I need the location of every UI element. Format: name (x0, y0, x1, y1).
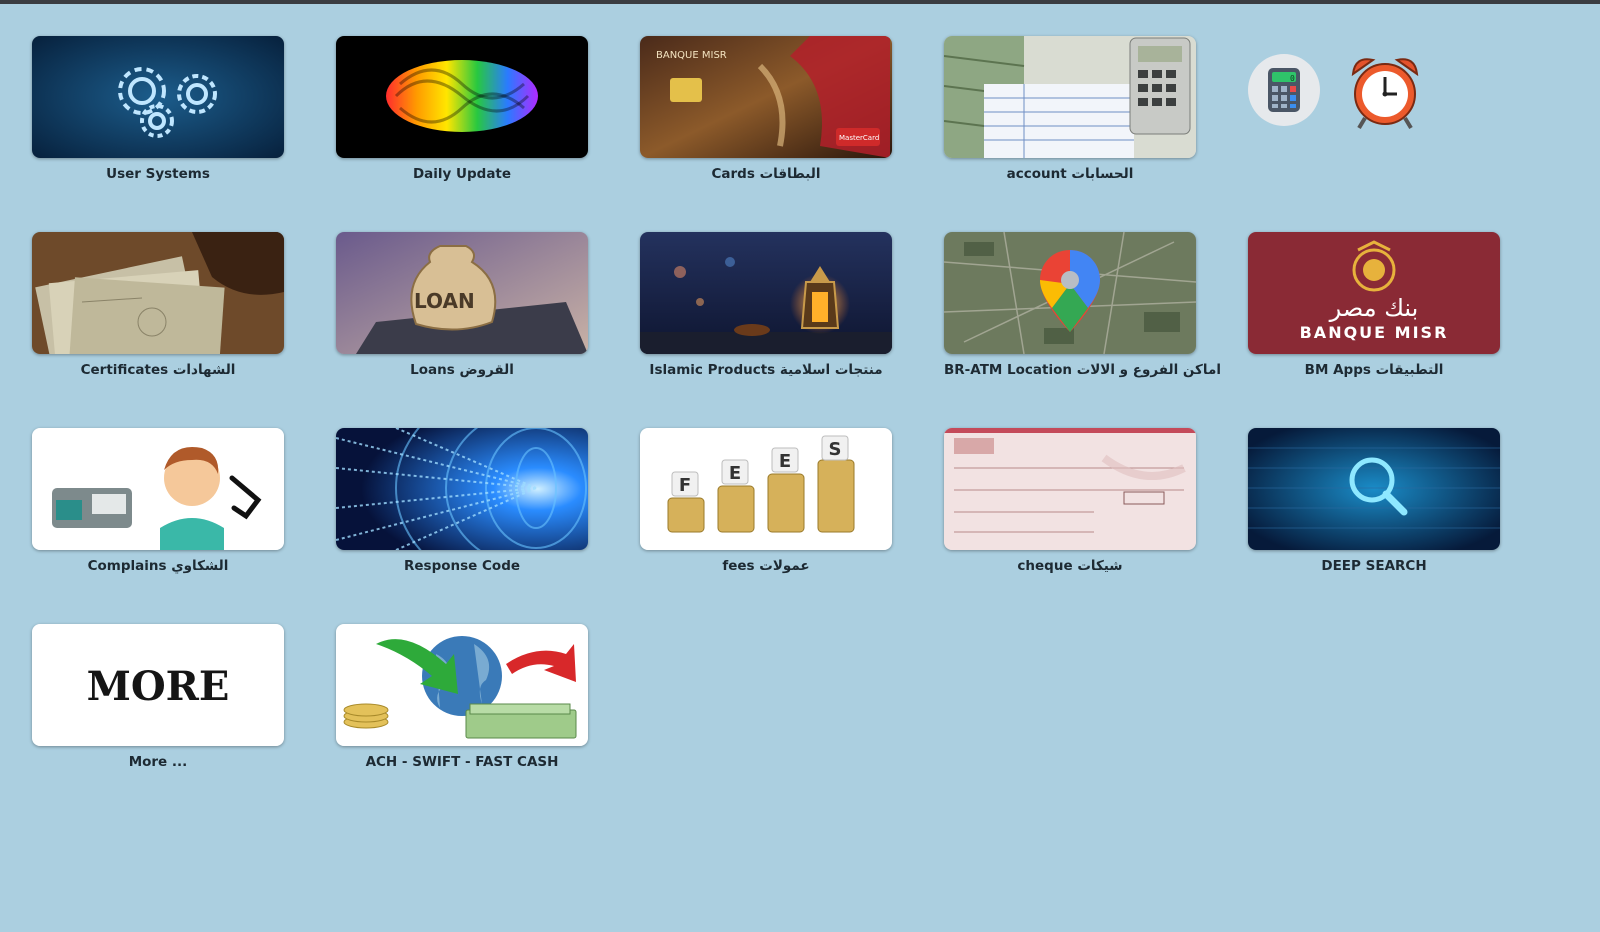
svg-text:BANQUE MISR: BANQUE MISR (656, 50, 727, 61)
deep-search-thumbnail (1248, 428, 1500, 550)
tile-label: Islamic Products منتجات اسلامية (649, 362, 883, 378)
bm-apps-thumbnail: بنك مصر BANQUE MISR (1248, 232, 1500, 354)
daily-update-thumbnail (336, 36, 588, 158)
lantern-icon (640, 232, 892, 354)
tile-islamic-products[interactable]: Islamic Products منتجات اسلامية (640, 232, 892, 378)
svg-text:BANQUE MISR: BANQUE MISR (1300, 323, 1449, 342)
tile-label: Daily Update (412, 166, 512, 182)
map-pin-icon (944, 232, 1196, 354)
more-thumbnail: MORE (32, 624, 284, 746)
tile-label: ACH - SWIFT - FAST CASH (365, 754, 559, 770)
svg-text:E: E (779, 451, 791, 472)
banknotes-icon (32, 232, 284, 354)
tile-label: DEEP SEARCH (1321, 558, 1427, 574)
tile-label: User Systems (106, 166, 210, 182)
cheque-thumbnail (944, 428, 1196, 550)
tile-bm-apps[interactable]: بنك مصر BANQUE MISR BM Apps التطبيقات (1248, 232, 1500, 378)
tile-deep-search[interactable]: DEEP SEARCH (1248, 428, 1500, 574)
alarm-clock-icon (1351, 58, 1419, 130)
gears-icon (32, 36, 284, 158)
ledger-money-icon (944, 36, 1196, 158)
tile-label: Certificates الشهادات (80, 362, 236, 378)
tile-cards[interactable]: BANQUE MISR MasterCard Cards البطاقات (640, 36, 892, 182)
calculator-icon: 0 (1248, 54, 1320, 126)
certificates-thumbnail (32, 232, 284, 354)
svg-text:0: 0 (1290, 74, 1295, 83)
tile-cheque[interactable]: cheque شيكات (944, 428, 1196, 574)
tile-daily-update[interactable]: Daily Update (336, 36, 588, 182)
window-top-bar (0, 0, 1600, 4)
cheque-icon (944, 428, 1196, 550)
loans-thumbnail: LOAN (336, 232, 588, 354)
svg-text:LOAN: LOAN (414, 289, 475, 313)
tile-response-code[interactable]: Response Code (336, 428, 588, 574)
complains-thumbnail (32, 428, 284, 550)
tile-certificates[interactable]: Certificates الشهادات (32, 232, 284, 378)
alarm-clock-button[interactable] (1347, 52, 1423, 130)
tile-label: Response Code (403, 558, 521, 574)
svg-text:MORE: MORE (87, 663, 230, 710)
islamic-products-thumbnail (640, 232, 892, 354)
tile-account[interactable]: account الحسابات (944, 36, 1196, 182)
svg-text:بنك مصر: بنك مصر (1329, 294, 1419, 322)
tile-label: More ... (128, 754, 188, 770)
banque-misr-logo-icon: بنك مصر BANQUE MISR (1248, 232, 1500, 354)
tile-user-systems[interactable]: User Systems (32, 36, 284, 182)
calculator-button[interactable]: 0 (1248, 54, 1320, 126)
account-thumbnail (944, 36, 1196, 158)
tile-label: account الحسابات (1006, 166, 1134, 182)
binary-tunnel-icon (336, 428, 588, 550)
loan-bag-icon: LOAN (336, 232, 588, 354)
user-systems-thumbnail (32, 36, 284, 158)
tile-label: Complains الشكاوي (87, 558, 229, 574)
search-icon (1248, 428, 1500, 550)
fees-thumbnail: F E E S (640, 428, 892, 550)
cards-thumbnail: BANQUE MISR MasterCard (640, 36, 892, 158)
svg-text:S: S (829, 439, 842, 460)
tile-label: cheque شيكات (1017, 558, 1123, 574)
tile-fees[interactable]: F E E S fees عمولات (640, 428, 892, 574)
tile-complains[interactable]: Complains الشكاوي (32, 428, 284, 574)
tile-loans[interactable]: LOAN Loans القروض (336, 232, 588, 378)
svg-text:MasterCard: MasterCard (839, 134, 879, 142)
ach-swift-fast-cash-thumbnail (336, 624, 588, 746)
tile-br-atm-location[interactable]: BR-ATM Location اماكن الفروع و الالات (944, 232, 1221, 378)
call-center-icon (32, 428, 284, 550)
svg-text:E: E (729, 463, 741, 484)
tile-ach-swift-fast-cash[interactable]: ACH - SWIFT - FAST CASH (336, 624, 588, 770)
rainbow-swirl-icon (336, 36, 588, 158)
tile-label: BM Apps التطبيقات (1304, 362, 1444, 378)
tile-label: BR-ATM Location اماكن الفروع و الالات (944, 362, 1221, 378)
tile-label: Cards البطاقات (711, 166, 821, 182)
tile-more[interactable]: MORE More ... (32, 624, 284, 770)
credit-card-icon: BANQUE MISR MasterCard (640, 36, 892, 158)
svg-text:F: F (679, 475, 691, 496)
globe-transfer-icon (336, 624, 588, 746)
br-atm-location-thumbnail (944, 232, 1196, 354)
tile-label: fees عمولات (722, 558, 810, 574)
response-code-thumbnail (336, 428, 588, 550)
tile-label: Loans القروض (410, 362, 514, 378)
coin-stacks-icon: F E E S (640, 428, 892, 550)
